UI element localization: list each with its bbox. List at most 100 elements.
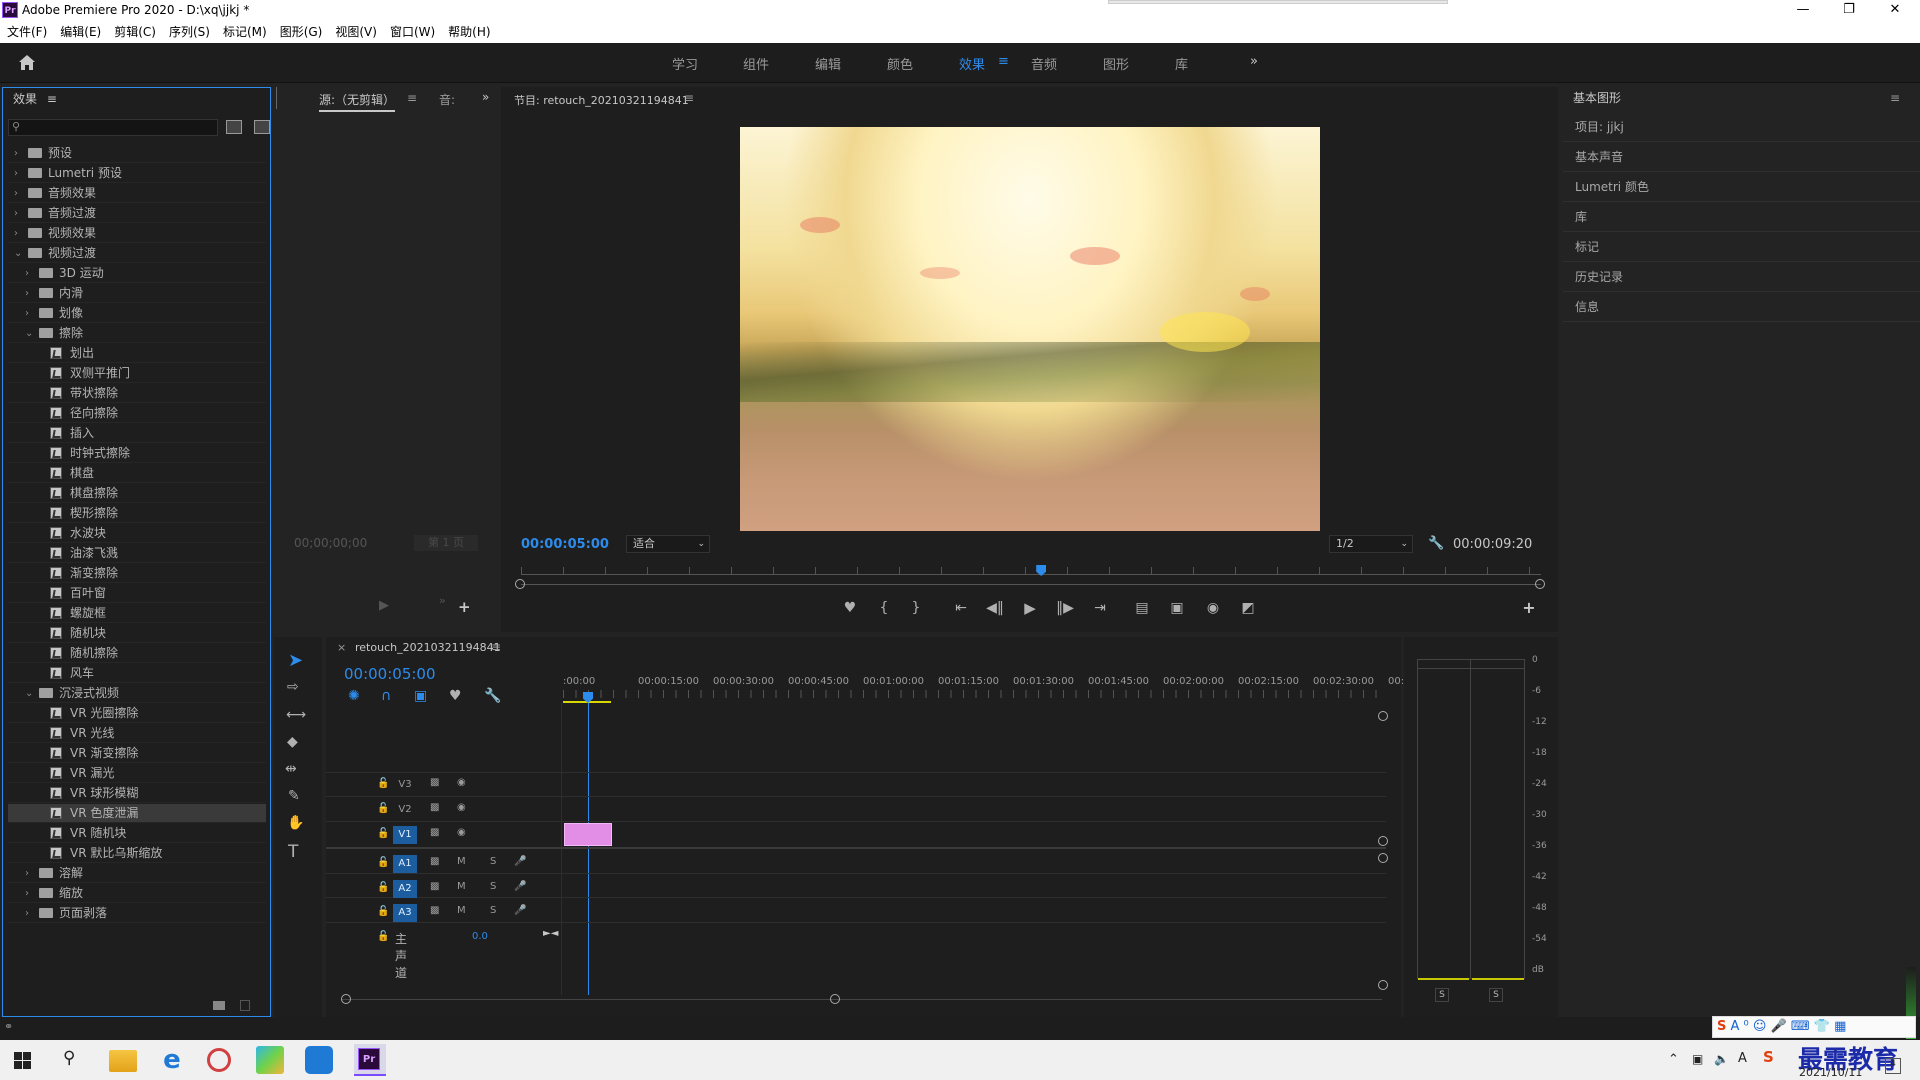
effects-folder[interactable]: › 缩放	[8, 884, 266, 903]
effects-folder[interactable]: › 溶解	[8, 864, 266, 883]
effects-folder[interactable]: ⌄ 视频过渡	[8, 244, 266, 263]
menu-markers[interactable]: 标记(M)	[216, 22, 273, 42]
sync-lock-icon[interactable]: ▩	[430, 777, 439, 788]
effects-item[interactable]: 渐变擦除	[8, 564, 266, 583]
essential-graphics-title[interactable]: 基本图形	[1563, 87, 1920, 109]
microphone-icon[interactable]: 🎤	[514, 856, 526, 867]
right-panel-item[interactable]: Lumetri 颜色	[1563, 172, 1920, 202]
pen-tool-icon[interactable]: ✎	[288, 788, 300, 804]
panel-menu-icon[interactable]: ≡	[491, 640, 501, 654]
chevron-right-icon[interactable]: ›	[25, 284, 35, 303]
search-icon[interactable]: ⚲	[63, 1048, 75, 1068]
right-panel-item[interactable]: 历史记录	[1563, 262, 1920, 292]
menu-clip[interactable]: 剪辑(C)	[107, 22, 162, 42]
sogou-ime-icon[interactable]: S	[1763, 1048, 1774, 1066]
effects-item[interactable]: 随机块	[8, 624, 266, 643]
right-panel-item[interactable]: 标记	[1563, 232, 1920, 262]
source-monitor-tab[interactable]: 源:（无剪辑）	[319, 91, 396, 112]
source-overflow-icon[interactable]: »	[439, 594, 446, 607]
panel-menu-icon[interactable]: ≡	[47, 92, 57, 106]
master-volume-value[interactable]: 0.0	[472, 931, 488, 942]
program-scrub-track[interactable]	[521, 584, 1541, 585]
go-to-in-icon[interactable]: ⇤	[952, 600, 970, 616]
microphone-icon[interactable]: 🎤	[514, 881, 526, 892]
workspace-color[interactable]: 颜色	[887, 54, 913, 73]
timeline-timecode[interactable]: 00:00:05:00	[344, 665, 436, 683]
panel-menu-icon[interactable]: ≡	[684, 91, 694, 105]
add-marker-icon[interactable]: ♥	[841, 600, 859, 616]
file-explorer-icon[interactable]	[109, 1050, 137, 1072]
chevron-down-icon[interactable]: ⌄	[14, 244, 24, 263]
sync-lock-icon[interactable]: ▩	[430, 827, 439, 838]
chevron-right-icon[interactable]: ›	[25, 864, 35, 883]
solo-button[interactable]: S	[490, 881, 496, 892]
chevron-down-icon[interactable]: ⌄	[25, 684, 35, 703]
effects-item[interactable]: VR 默比乌斯缩放	[8, 844, 266, 863]
solo-button[interactable]: S	[490, 905, 496, 916]
slip-tool-icon[interactable]: ⇹	[285, 761, 297, 777]
mark-out-icon[interactable]: }	[907, 600, 925, 616]
ripple-edit-tool-icon[interactable]: ⟷	[286, 707, 306, 723]
mute-button[interactable]: M	[457, 856, 466, 867]
hand-tool-icon[interactable]: ✋	[287, 815, 304, 831]
effects-item[interactable]: VR 随机块	[8, 824, 266, 843]
resolution-dropdown[interactable]: 1/2 ⌄	[1329, 535, 1413, 553]
export-frame-camera-icon[interactable]: ◉	[1203, 600, 1223, 616]
notification-count-badge[interactable]: 4	[1885, 1058, 1901, 1074]
effects-item[interactable]: VR 色度泄漏	[8, 804, 266, 823]
effects-item[interactable]: 棋盘	[8, 464, 266, 483]
sync-lock-icon[interactable]: ▩	[430, 802, 439, 813]
master-expand-icon[interactable]: ►◄	[543, 928, 558, 939]
panel-overflow-icon[interactable]: »	[482, 90, 489, 104]
track-label[interactable]: A1	[393, 855, 417, 873]
mark-in-icon[interactable]: {	[875, 600, 893, 616]
video-scroll-top-handle[interactable]	[1378, 711, 1388, 721]
lock-icon[interactable]: 🔓	[377, 882, 389, 893]
razor-tool-icon[interactable]: ◆	[287, 734, 298, 750]
effects-item[interactable]: VR 光圈擦除	[8, 704, 266, 723]
lock-icon[interactable]: 🔓	[377, 803, 389, 814]
sync-lock-icon[interactable]: ▩	[430, 905, 439, 916]
mute-button[interactable]: M	[457, 881, 466, 892]
effects-folder[interactable]: › 视频效果	[8, 224, 266, 243]
h-scroll-left-handle[interactable]	[341, 994, 351, 1004]
panel-menu-icon[interactable]: ≡	[407, 91, 417, 105]
right-panel-item[interactable]: 项目: jjkj	[1563, 112, 1920, 142]
chevron-right-icon[interactable]: ›	[25, 264, 35, 283]
selection-tool-icon[interactable]: ➤	[288, 650, 303, 671]
menu-window[interactable]: 窗口(W)	[383, 22, 441, 42]
add-marker-icon[interactable]: ♥	[449, 688, 462, 704]
effects-item[interactable]: 百叶窗	[8, 584, 266, 603]
workspace-menu-icon[interactable]: ≡	[998, 54, 1009, 69]
effects-item[interactable]: 水波块	[8, 524, 266, 543]
effects-item[interactable]: 随机擦除	[8, 644, 266, 663]
home-icon[interactable]	[18, 54, 36, 71]
workspace-effects[interactable]: 效果	[959, 54, 985, 73]
menu-file[interactable]: 文件(F)	[0, 22, 53, 42]
right-panel-item[interactable]: 库	[1563, 202, 1920, 232]
effects-folder[interactable]: › 音频效果	[8, 184, 266, 203]
track-label[interactable]: A2	[393, 880, 417, 898]
effects-item[interactable]: 棋盘擦除	[8, 484, 266, 503]
maximize-button[interactable]: ❐	[1826, 0, 1872, 22]
effects-folder[interactable]: › 内滑	[8, 284, 266, 303]
track-label[interactable]: A3	[393, 904, 417, 922]
eye-icon[interactable]: ◉	[457, 777, 466, 788]
scroll-start-handle[interactable]	[515, 579, 525, 589]
video-scroll-bottom-handle[interactable]	[1378, 836, 1388, 846]
effects-folder[interactable]: › 划像	[8, 304, 266, 323]
effects-folder[interactable]: ⌄ 沉浸式视频	[8, 684, 266, 703]
volume-icon[interactable]: 🔈	[1714, 1052, 1729, 1066]
source-add-button-icon[interactable]: +	[458, 598, 471, 616]
solo-button[interactable]: S	[490, 856, 496, 867]
effects-item[interactable]: 带状擦除	[8, 384, 266, 403]
step-forward-icon[interactable]: ‖▶	[1056, 600, 1074, 616]
chevron-right-icon[interactable]: ›	[14, 184, 24, 203]
chevron-right-icon[interactable]: ›	[14, 164, 24, 183]
effects-item[interactable]: 时钟式擦除	[8, 444, 266, 463]
close-button[interactable]: ✕	[1872, 0, 1918, 22]
program-time-ruler[interactable]	[521, 567, 1541, 575]
internet-explorer-icon[interactable]: e	[158, 1046, 186, 1074]
eye-icon[interactable]: ◉	[457, 802, 466, 813]
lift-icon[interactable]: ▤	[1132, 600, 1152, 616]
